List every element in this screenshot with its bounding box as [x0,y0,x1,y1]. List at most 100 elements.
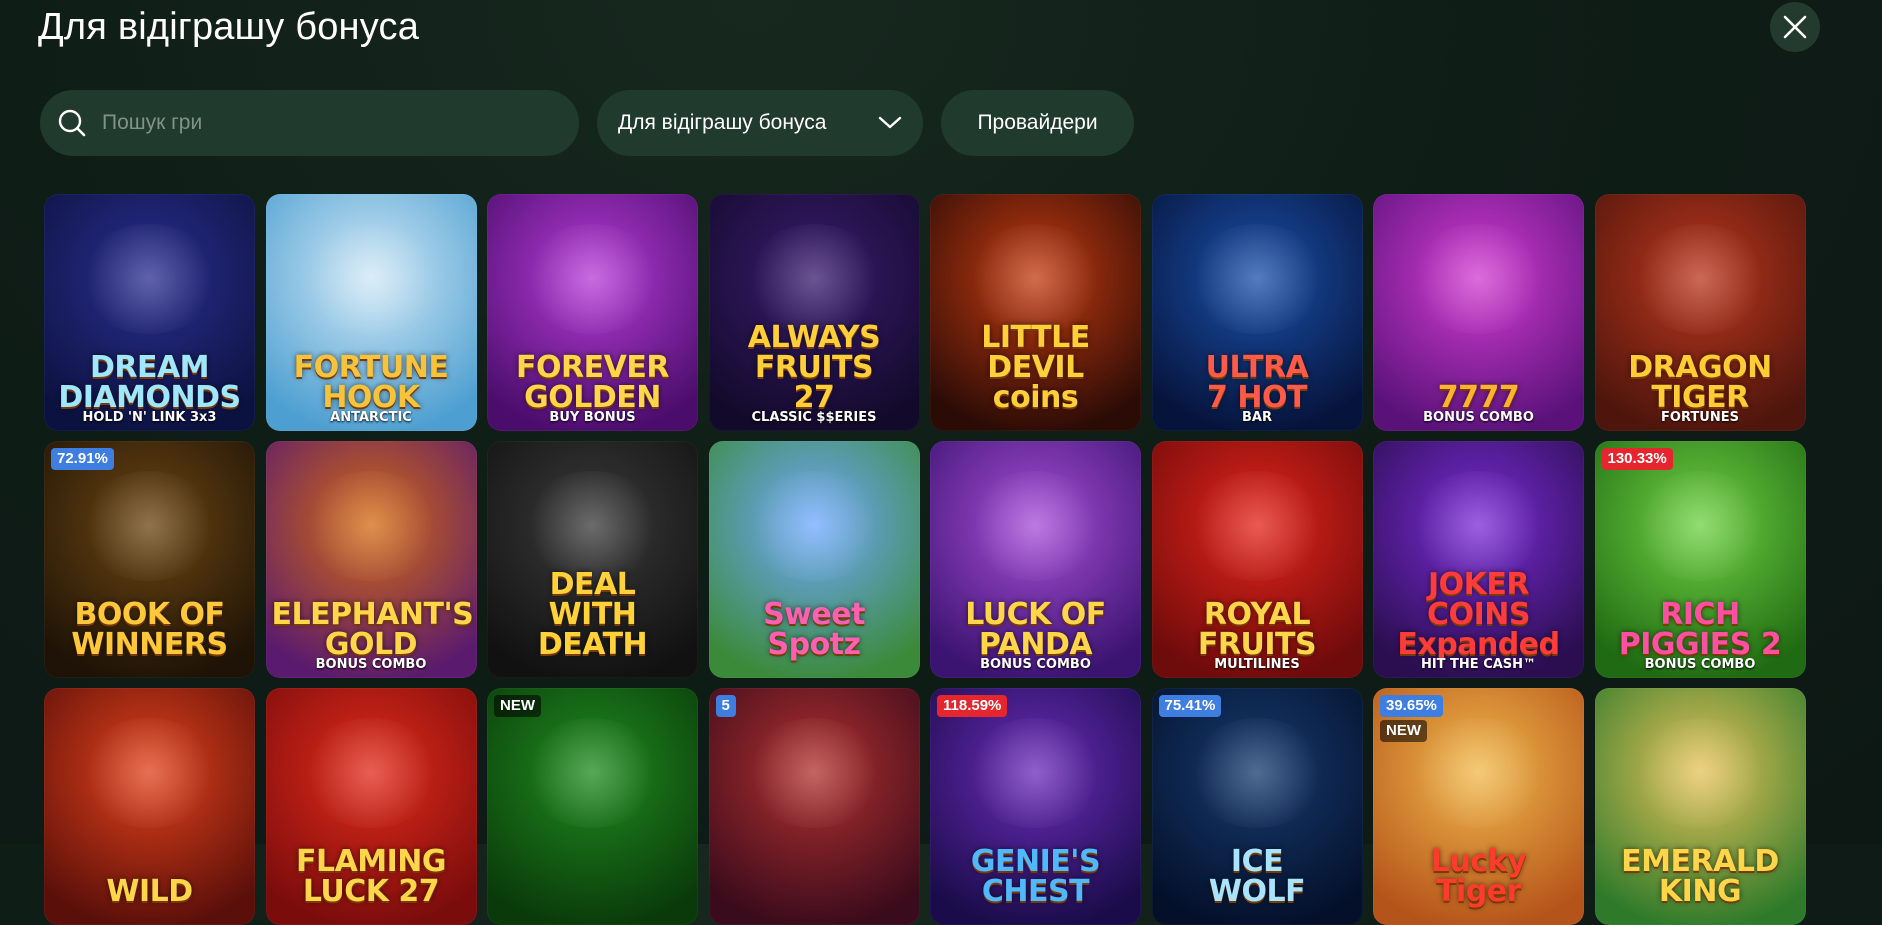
game-artwork [965,224,1105,334]
game-subtitle: BUY BONUS [549,410,636,425]
game-tile[interactable]: LUCK OF PANDA BONUS COMBO [930,441,1141,678]
page-title: Для відіграшу бонуса [38,6,420,48]
game-subtitle: BAR [1242,410,1272,425]
game-artwork [79,471,219,581]
game-tile[interactable]: ULTRA 7 HOT BAR [1151,194,1363,431]
new-badge: NEW [494,695,541,717]
game-artwork [1186,224,1327,334]
category-dropdown[interactable]: Для відіграшу бонуса [597,90,923,156]
game-artwork [522,718,662,828]
game-tile[interactable]: EMERALD KING [1594,688,1806,925]
game-subtitle: CLASSIC $$ERIES [751,410,877,425]
percent-badge: 118.59% [937,695,1008,717]
game-title: WILD [106,874,193,909]
game-tile[interactable]: DREAM DIAMONDS HOLD 'N' LINK 3x3 [44,194,255,431]
game-artwork [1629,471,1770,581]
game-subtitle: FORTUNES [1661,410,1739,425]
game-artwork [1629,718,1770,828]
game-tile[interactable]: FLAMING LUCK 27 [265,688,477,925]
game-tile[interactable]: JOKER COINS Expanded HIT THE CASH™ [1373,441,1584,678]
game-subtitle: HIT THE CASH™ [1420,657,1537,672]
game-tile[interactable]: Sweet Spotz [708,441,920,678]
game-artwork [965,718,1105,828]
game-artwork [743,471,884,581]
game-subtitle: BONUS COMBO [1423,410,1534,425]
game-artwork [743,718,884,828]
game-title: ICE WOLF [1208,844,1306,909]
game-artwork [743,224,884,334]
percent-badge: 130.33% [1601,448,1673,470]
game-tile[interactable]: NEW [487,688,698,925]
game-subtitle: BONUS COMBO [315,657,427,672]
game-title: FOREVER GOLDEN [516,350,669,415]
game-artwork [965,471,1105,581]
game-title: Lucky Tiger [1430,844,1527,909]
game-artwork [1408,718,1548,828]
game-tile[interactable]: ICE WOLF 75.41% [1151,688,1363,925]
game-artwork [79,718,219,828]
game-title: LITTLE DEVIL coins [981,320,1090,415]
games-grid: DREAM DIAMONDS HOLD 'N' LINK 3x3 FORTUNE H… [44,194,1806,925]
game-artwork [1408,224,1548,334]
game-title: FORTUNE HOOK [293,350,449,415]
game-title: ALWAYS FRUITS 27 [747,320,881,415]
game-tile[interactable]: FOREVER GOLDEN BUY BONUS [487,194,698,431]
game-tile[interactable]: 5 [708,688,920,925]
game-artwork [300,471,441,581]
game-title: RICH PIGGIES 2 [1618,597,1782,662]
game-tile[interactable]: LITTLE DEVIL coins [930,194,1141,431]
game-title: GENIE'S CHEST [970,844,1101,909]
game-subtitle: MULTILINES [1214,657,1300,672]
search-box[interactable] [40,90,579,156]
game-artwork [522,471,662,581]
game-title: DEAL WITH DEATH [537,567,648,662]
game-title: ELEPHANT'S GOLD [271,597,474,662]
game-tile[interactable]: FORTUNE HOOK ANTARCTIC [265,194,477,431]
game-tile[interactable]: ELEPHANT'S GOLD BONUS COMBO [265,441,477,678]
game-tile[interactable]: BOOK OF WINNERS 72.91% [44,441,255,678]
search-input[interactable] [100,110,544,136]
game-artwork [300,718,441,828]
game-title: LUCK OF PANDA [965,597,1106,662]
close-button[interactable] [1770,2,1820,52]
game-artwork [1186,718,1327,828]
game-title: 7777 [1437,380,1520,415]
providers-button-label: Провайдери [977,111,1098,134]
search-icon [52,103,92,143]
game-artwork [300,224,441,334]
game-subtitle: ANTARCTIC [330,410,412,425]
game-tile[interactable]: ROYAL FRUITS MULTILINES [1151,441,1363,678]
game-tile[interactable]: ALWAYS FRUITS 27 CLASSIC $$ERIES [708,194,920,431]
game-title: ULTRA 7 HOT [1205,350,1309,415]
game-artwork [522,224,662,334]
game-subtitle: BONUS COMBO [1644,657,1756,672]
game-tile[interactable]: 7777 BONUS COMBO [1373,194,1584,431]
percent-badge: 72.91% [51,448,114,470]
game-title: BOOK OF WINNERS [71,597,228,662]
game-tile[interactable]: GENIE'S CHEST 118.59% [930,688,1141,925]
game-title: ROYAL FRUITS [1197,597,1317,662]
game-tile[interactable]: DEAL WITH DEATH [487,441,698,678]
providers-button[interactable]: Провайдери [941,90,1134,156]
game-tile[interactable]: WILD [44,688,255,925]
toolbar: Для відіграшу бонуса Провайдери [40,90,1134,156]
game-title: DRAGON TIGER [1628,350,1772,415]
game-title: DREAM DIAMONDS [58,350,241,415]
game-subtitle: HOLD 'N' LINK 3x3 [82,410,217,425]
game-title: Sweet Spotz [763,597,865,662]
game-title: FLAMING LUCK 27 [295,844,447,909]
game-tile[interactable]: Lucky Tiger 39.65% NEW [1373,688,1584,925]
game-tile[interactable]: RICH PIGGIES 2 BONUS COMBO 130.33% [1594,441,1806,678]
new-badge: NEW [1380,720,1427,742]
game-title: JOKER COINS Expanded [1397,567,1560,662]
percent-badge: 75.41% [1158,695,1222,717]
percent-badge: 39.65% [1380,695,1443,717]
chevron-down-icon [878,116,902,129]
game-artwork [1629,224,1770,334]
game-artwork [1408,471,1548,581]
game-subtitle: BONUS COMBO [980,657,1091,672]
game-tile[interactable]: DRAGON TIGER FORTUNES [1594,194,1806,431]
game-artwork [1186,471,1327,581]
close-icon [1783,15,1807,39]
category-dropdown-label: Для відіграшу бонуса [618,111,827,134]
